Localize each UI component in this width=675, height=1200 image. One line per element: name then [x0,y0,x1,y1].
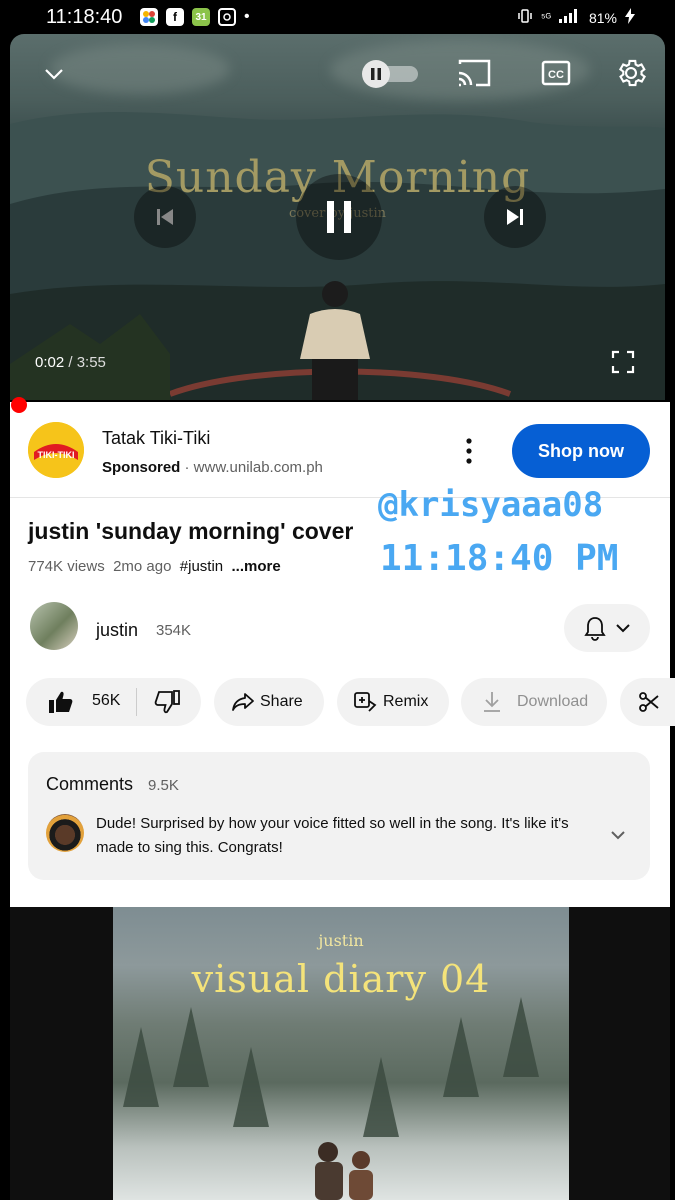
vibrate-icon [517,8,533,27]
remix-icon [353,691,377,718]
calendar-icon: 31 [192,8,210,26]
next-video-thumbnail[interactable]: justin visual diary 04 [113,907,569,1200]
subscriber-count: 354K [156,622,192,639]
ad-more-options-icon[interactable] [462,436,476,466]
channel-avatar[interactable] [30,602,78,650]
next-video-card[interactable]: justin visual diary 04 [10,907,670,1200]
download-label: Download [517,693,589,710]
pause-button[interactable] [296,174,382,260]
like-dislike-group: 56K [26,678,201,726]
current-time: 0:02 [35,354,65,371]
like-icon[interactable] [48,690,74,719]
video-player[interactable]: Sunday Morning cover by justin CC 0:02 /… [10,34,665,400]
status-time: 11:18:40 [46,6,123,28]
upload-age: 2mo ago [113,558,172,575]
clip-button[interactable] [620,678,675,726]
time-display: 0:02 / 3:55 [35,354,106,371]
remix-label: Remix [383,693,429,710]
people-figures [315,1142,373,1200]
view-count: 774K views [28,558,105,575]
ad-meta: Sponsored · www.unilab.com.ph [102,459,323,476]
more-link[interactable]: ...more [231,558,280,575]
tree [173,1007,209,1087]
like-count[interactable]: 56K [92,692,120,710]
top-comment: Dude! Surprised by how your voice fitted… [96,815,569,856]
watermark-handle: @krisyaaa08 [378,485,604,525]
watermark-timestamp: 11:18:40 PM [380,538,619,579]
autoplay-toggle[interactable] [362,60,420,93]
next-button[interactable] [484,186,546,248]
next-video-title: visual diary 04 [191,957,491,1001]
share-icon [232,692,254,717]
tree [233,1047,269,1127]
collapse-chevron-icon[interactable] [42,62,66,91]
system-status: ⁵ᴳ 81% [517,8,635,27]
svg-text:TIKI-TIKI: TIKI-TIKI [38,450,75,460]
pause-icon [327,201,351,233]
dislike-icon[interactable] [154,690,180,719]
chevron-down-icon [616,624,630,633]
duration: / 3:55 [64,354,106,371]
video-meta[interactable]: 774K views 2mo ago #justin ...more [28,558,281,575]
divider [136,688,137,716]
more-notifications-icon: • [244,8,250,25]
photos-app-icon [140,8,158,26]
status-bar: 11:18:40 f 31 • ⁵ᴳ 81% [0,0,675,34]
remix-button[interactable]: Remix [337,678,449,726]
ad-url: · www.unilab.com.ph [180,459,323,476]
skip-next-icon [507,209,523,225]
battery-percent: 81% [588,9,617,26]
scissors-icon [638,691,660,718]
commenter-avatar [46,814,84,852]
download-button[interactable]: Download [461,678,607,726]
ad-title[interactable]: Tatak Tiki-Tiki [102,428,210,449]
sponsored-label: Sponsored [102,459,181,476]
captions-icon[interactable]: CC [541,60,571,91]
channel-name[interactable]: justin [96,620,138,641]
expand-chevron-icon[interactable] [610,828,626,846]
fullscreen-icon[interactable] [611,350,635,379]
tree [503,997,539,1077]
comments-count: 9.5K [148,777,179,794]
cloud [50,44,230,94]
advertiser-logo[interactable]: TIKI-TIKI [28,422,84,478]
progress-scrubber[interactable] [11,397,27,413]
bell-icon [584,617,606,641]
tree [363,1057,399,1137]
comments-title: Comments [46,774,134,794]
notifications-button[interactable] [564,604,650,652]
charging-icon [625,8,635,27]
share-label: Share [260,693,303,710]
download-icon [481,690,503,719]
person-figure [300,281,370,400]
network-type: ⁵ᴳ [540,11,551,24]
hashtag-link[interactable]: #justin [180,558,223,575]
next-video-subtitle: justin [318,931,364,950]
notification-icons: f 31 • [140,8,250,26]
share-button[interactable]: Share [214,678,324,726]
cast-icon[interactable] [456,58,492,93]
shop-now-button[interactable]: Shop now [512,424,650,478]
svg-text:CC: CC [548,69,564,81]
video-title[interactable]: justin 'sunday morning' cover [28,518,353,545]
skip-previous-icon [157,209,173,225]
signal-icon [558,9,581,26]
settings-gear-icon[interactable] [614,56,648,95]
instagram-icon [218,8,236,26]
video-details-panel: TIKI-TIKI Tatak Tiki-Tiki Sponsored · ww… [10,402,675,907]
previous-button[interactable] [134,186,196,248]
comments-panel[interactable]: Comments 9.5K Dude! Surprised by how you… [28,752,650,880]
facebook-icon: f [166,8,184,26]
tree [123,1027,159,1107]
tree [443,1017,479,1097]
